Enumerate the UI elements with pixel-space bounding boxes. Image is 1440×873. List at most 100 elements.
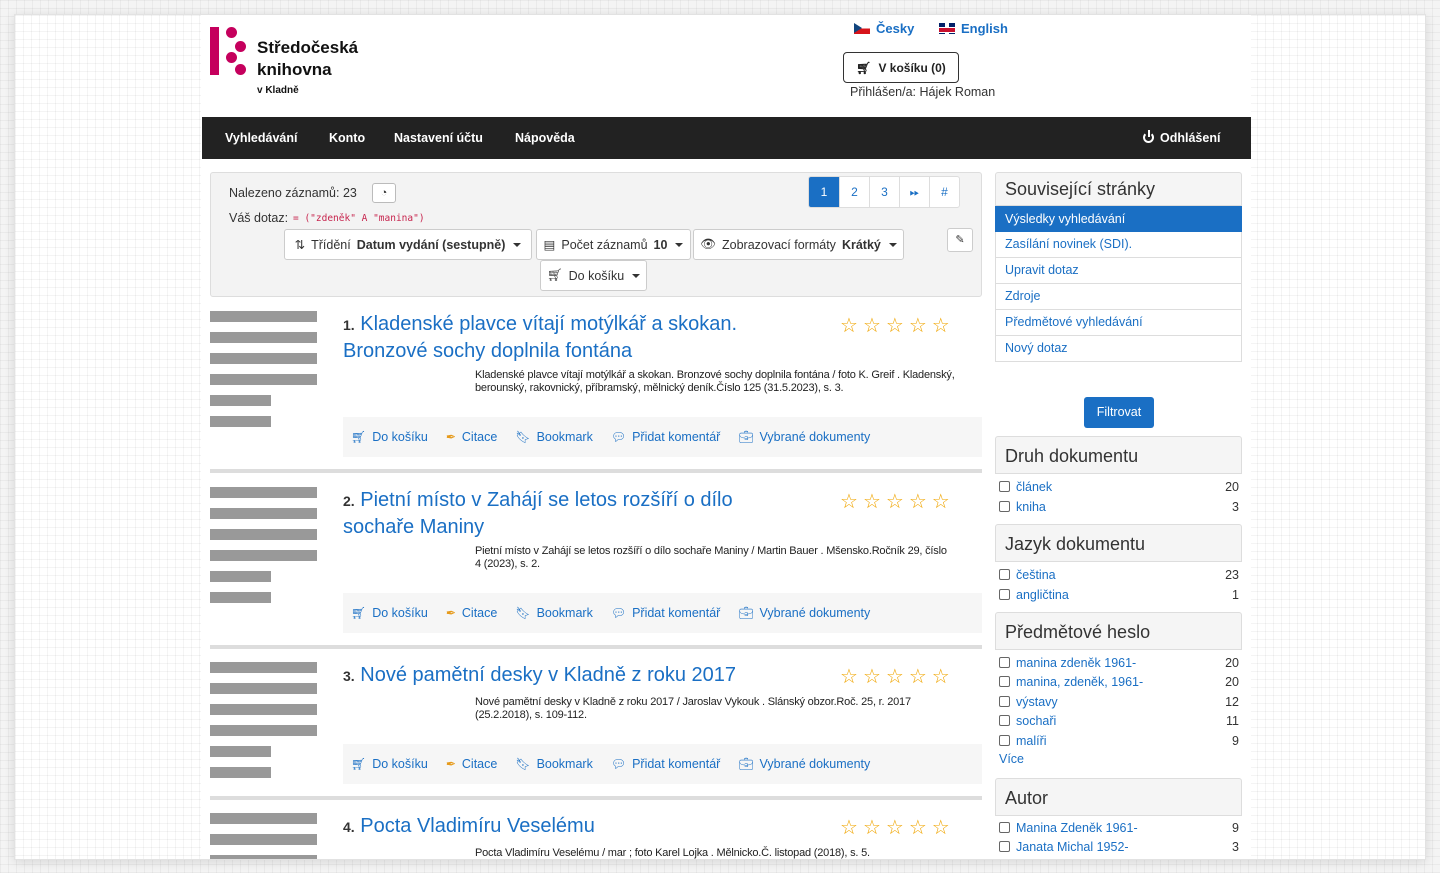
facet-option[interactable]: Janata Michal 1952- 3 (999, 837, 1239, 857)
lang-english-link[interactable]: English (939, 21, 1008, 36)
nav-settings[interactable]: Nastavení účtu (394, 117, 483, 159)
filter-button[interactable]: Filtrovat (1084, 397, 1154, 428)
star-icon[interactable]: ☆ (840, 491, 863, 513)
star-icon[interactable]: ☆ (909, 491, 932, 513)
facet-option-label[interactable]: manina zdeněk 1961- (1016, 656, 1209, 670)
facet-option[interactable]: manina zdeněk 1961- 20 (999, 653, 1239, 673)
result-title-link[interactable]: 1. Kladenské plavce vítají motýlkář a sk… (343, 311, 793, 364)
selected-docs-link[interactable]: 💼︎ Vybrané dokumenty (738, 606, 870, 620)
star-icon[interactable]: ☆ (886, 315, 909, 337)
checkbox[interactable] (999, 735, 1010, 747)
facet-option-label[interactable]: čeština (1016, 568, 1209, 582)
checkbox[interactable] (999, 657, 1010, 669)
star-icon[interactable]: ☆ (840, 666, 863, 688)
citation-link[interactable]: ✒ Citace (446, 430, 498, 444)
citation-link[interactable]: ✒ Citace (446, 606, 498, 620)
nav-search[interactable]: Vyhledávání (225, 117, 298, 159)
star-icon[interactable]: ☆ (909, 817, 932, 839)
star-icon[interactable]: ☆ (886, 817, 909, 839)
rss-icon[interactable]: ◔ (372, 183, 396, 203)
star-icon[interactable]: ☆ (909, 315, 932, 337)
page-1[interactable]: 1 (809, 177, 839, 207)
facet-option[interactable]: sochaři 11 (999, 711, 1239, 731)
star-icon[interactable]: ☆ (932, 666, 955, 688)
lang-czech-link[interactable]: Česky (854, 21, 914, 36)
facet-option-label[interactable]: výstavy (1016, 695, 1209, 709)
nav-help[interactable]: Nápověda (515, 117, 575, 159)
record-count-dropdown[interactable]: ▤ Počet záznamů 10 (536, 229, 691, 260)
wrench-icon[interactable]: ✎ (947, 228, 973, 252)
star-icon[interactable]: ☆ (909, 666, 932, 688)
selected-docs-link[interactable]: 💼︎ Vybrané dokumenty (738, 430, 870, 444)
facet-option[interactable]: výstavy 12 (999, 692, 1239, 712)
facet-option-label[interactable]: Janata Michal 1952- (1016, 840, 1209, 854)
related-link-sdi[interactable]: Zasílání novinek (SDI). (995, 232, 1242, 258)
basket-dropdown[interactable]: 🛒︎ Do košíku (540, 260, 647, 291)
star-icon[interactable]: ☆ (886, 666, 909, 688)
star-icon[interactable]: ☆ (840, 315, 863, 337)
page-3[interactable]: 3 (869, 177, 899, 207)
star-icon[interactable]: ☆ (932, 315, 955, 337)
page-2[interactable]: 2 (839, 177, 869, 207)
nav-account[interactable]: Konto (329, 117, 365, 159)
result-title-link[interactable]: 4. Pocta Vladimíru Veselému (343, 813, 793, 840)
star-icon[interactable]: ☆ (863, 491, 886, 513)
facet-option[interactable]: článek 20 (999, 477, 1239, 497)
cart-button[interactable]: 🛒︎ V košíku (0) (843, 52, 959, 83)
facet-option-label[interactable]: malíři (1016, 734, 1209, 748)
checkbox[interactable] (999, 501, 1010, 513)
facet-option[interactable]: kniha 3 (999, 497, 1239, 517)
facet-option-label[interactable]: angličtina (1016, 588, 1209, 602)
add-comment-link[interactable]: 💬︎ Přidat komentář (611, 430, 720, 444)
add-to-cart-link[interactable]: 🛒︎ Do košíku (351, 757, 428, 771)
facet-option[interactable]: manina, zdeněk, 1961- 20 (999, 672, 1239, 692)
facet-option-label[interactable]: manina, zdeněk, 1961- (1016, 675, 1209, 689)
facet-option-label[interactable]: článek (1016, 480, 1209, 494)
checkbox[interactable] (999, 481, 1010, 493)
facet-option[interactable]: čeština 23 (999, 565, 1239, 585)
checkbox[interactable] (999, 569, 1010, 581)
add-comment-link[interactable]: 💬︎ Přidat komentář (611, 757, 720, 771)
display-format-dropdown[interactable]: 👁︎ Zobrazovací formáty Krátký (693, 229, 904, 260)
selected-docs-link[interactable]: 💼︎ Vybrané dokumenty (738, 757, 870, 771)
goto-page-button[interactable]: # (929, 177, 959, 207)
result-title-link[interactable]: 3. Nové pamětní desky v Kladně z roku 20… (343, 662, 793, 689)
add-to-cart-link[interactable]: 🛒︎ Do košíku (351, 430, 428, 444)
checkbox[interactable] (999, 589, 1010, 601)
facet-option-label[interactable]: kniha (1016, 500, 1209, 514)
related-link-search-results[interactable]: Výsledky vyhledávání (995, 206, 1242, 232)
checkbox[interactable] (999, 822, 1010, 834)
checkbox[interactable] (999, 841, 1010, 853)
logout-button[interactable]: Odhlášení (1143, 117, 1220, 159)
star-icon[interactable]: ☆ (863, 666, 886, 688)
star-icon[interactable]: ☆ (863, 817, 886, 839)
facet-option-label[interactable]: sochaři (1016, 714, 1209, 728)
library-logo[interactable]: Středočeská knihovna v Kladně (210, 27, 390, 97)
facet-option[interactable]: Manina Zdeněk 1961- 9 (999, 818, 1239, 838)
related-link-edit-query[interactable]: Upravit dotaz (995, 258, 1242, 284)
add-to-cart-link[interactable]: 🛒︎ Do košíku (351, 606, 428, 620)
result-title-link[interactable]: 2. Pietní místo v Zahájí se letos rozšíř… (343, 487, 793, 540)
related-link-new-query[interactable]: Nový dotaz (995, 336, 1242, 362)
bookmark-link[interactable]: 🔖︎ Bookmark (515, 757, 593, 771)
star-icon[interactable]: ☆ (932, 491, 955, 513)
star-icon[interactable]: ☆ (932, 817, 955, 839)
facet-option[interactable]: angličtina 1 (999, 585, 1239, 605)
star-icon[interactable]: ☆ (840, 817, 863, 839)
citation-link[interactable]: ✒ Citace (446, 757, 498, 771)
star-icon[interactable]: ☆ (863, 315, 886, 337)
next-pages-icon[interactable]: ⏩︎ (899, 177, 929, 207)
checkbox[interactable] (999, 715, 1010, 727)
add-comment-link[interactable]: 💬︎ Přidat komentář (611, 606, 720, 620)
bookmark-link[interactable]: 🔖︎ Bookmark (515, 430, 593, 444)
related-link-sources[interactable]: Zdroje (995, 284, 1242, 310)
bookmark-link[interactable]: 🔖︎ Bookmark (515, 606, 593, 620)
checkbox[interactable] (999, 696, 1010, 708)
related-link-subject-search[interactable]: Předmětové vyhledávání (995, 310, 1242, 336)
facet-option[interactable]: malíři 9 (999, 731, 1239, 751)
facet-more-link[interactable]: Více (999, 752, 1024, 766)
star-icon[interactable]: ☆ (886, 491, 909, 513)
checkbox[interactable] (999, 676, 1010, 688)
facet-option-label[interactable]: Manina Zdeněk 1961- (1016, 821, 1209, 835)
sort-dropdown[interactable]: ⇅ Třídění Datum vydání (sestupně) (284, 229, 532, 260)
